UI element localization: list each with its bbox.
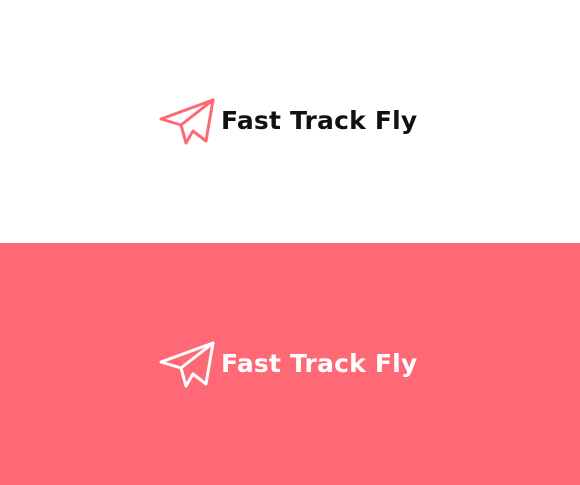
logo-panel-dark: Fast Track Fly [0, 243, 580, 485]
brand-logo: Fast Track Fly [159, 97, 417, 145]
logo-panel-light: Fast Track Fly [0, 0, 580, 243]
brand-name: Fast Track Fly [221, 348, 418, 378]
brand-logo: Fast Track Fly [159, 340, 417, 388]
brand-name: Fast Track Fly [221, 105, 418, 135]
paper-plane-icon [159, 341, 215, 388]
paper-plane-icon [159, 98, 215, 145]
